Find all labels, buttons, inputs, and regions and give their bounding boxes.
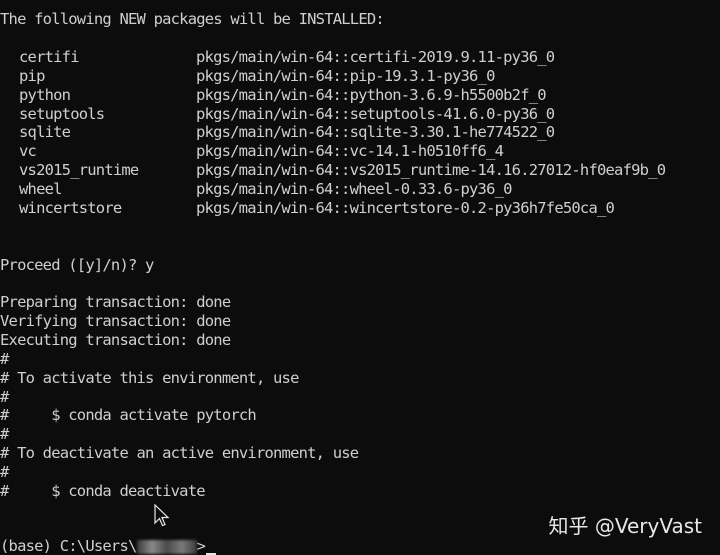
- prompt-prefix: (base) C:\Users\: [0, 537, 137, 555]
- prompt-suffix: >: [196, 537, 206, 555]
- comment-line: # $ conda deactivate: [0, 482, 206, 500]
- package-name: pip: [19, 67, 45, 85]
- command-prompt[interactable]: (base) C:\Users\ >: [0, 537, 217, 555]
- package-source: pkgs/main/win-64::vc-14.1-h0510ff6_4: [196, 142, 504, 160]
- comment-line: #: [0, 463, 9, 481]
- comment-line: # To deactivate an active environment, u…: [0, 444, 359, 462]
- package-name: wheel: [19, 180, 62, 198]
- transaction-status: Preparing transaction: done: [0, 293, 231, 311]
- package-name: vs2015_runtime: [19, 161, 139, 179]
- mouse-pointer-icon: [154, 504, 170, 527]
- package-source: pkgs/main/win-64::certifi-2019.9.11-py36…: [196, 48, 555, 66]
- package-name: wincertstore: [19, 199, 122, 217]
- package-source: pkgs/main/win-64::pip-19.3.1-py36_0: [196, 67, 495, 85]
- package-source: pkgs/main/win-64::wheel-0.33.6-py36_0: [196, 180, 512, 198]
- package-name: sqlite: [19, 123, 71, 141]
- comment-line: #: [0, 350, 9, 368]
- comment-line: #: [0, 425, 9, 443]
- package-source: pkgs/main/win-64::setuptools-41.6.0-py36…: [196, 105, 555, 123]
- terminal-window[interactable]: The following NEW packages will be INSTA…: [0, 0, 720, 555]
- comment-line: # $ conda activate pytorch: [0, 406, 257, 424]
- package-source: pkgs/main/win-64::vs2015_runtime-14.16.2…: [196, 161, 666, 179]
- package-name: python: [19, 86, 71, 104]
- install-header: The following NEW packages will be INSTA…: [0, 10, 385, 28]
- package-name: certifi: [19, 48, 80, 66]
- package-source: pkgs/main/win-64::python-3.6.9-h5500b2f_…: [196, 86, 547, 104]
- proceed-prompt: Proceed ([y]/n)? y: [0, 256, 154, 274]
- package-source: pkgs/main/win-64::wincertstore-0.2-py36h…: [196, 199, 615, 217]
- blurred-username: [136, 539, 197, 554]
- watermark: 知乎 @VeryVast: [548, 514, 703, 538]
- comment-line: #: [0, 388, 9, 406]
- transaction-status: Verifying transaction: done: [0, 312, 231, 330]
- package-name: setuptools: [19, 105, 105, 123]
- comment-line: # To activate this environment, use: [0, 369, 299, 387]
- package-source: pkgs/main/win-64::sqlite-3.30.1-he774522…: [196, 123, 555, 141]
- transaction-status: Executing transaction: done: [0, 331, 231, 349]
- package-name: vc: [19, 142, 37, 160]
